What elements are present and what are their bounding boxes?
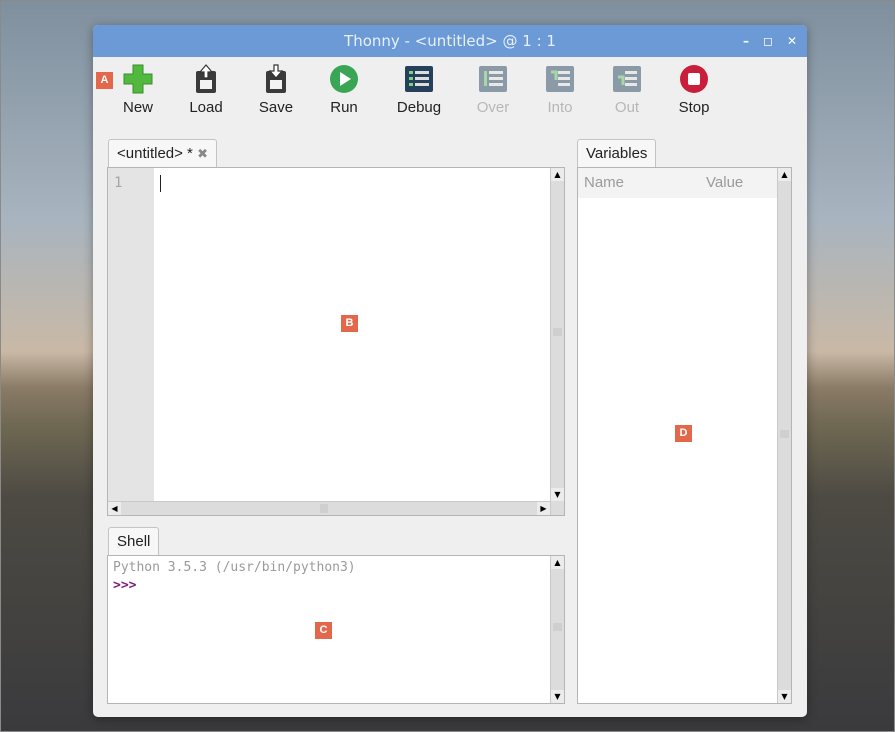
title-bar[interactable]: Thonny - <untitled> @ 1 : 1 – ◻ ✕ (93, 25, 807, 57)
callout-marker-b: B (341, 315, 358, 332)
shell-vertical-scrollbar[interactable]: ▲ ▼ (550, 556, 564, 703)
scroll-up-icon[interactable]: ▲ (551, 556, 564, 569)
step-out-label: Out (614, 99, 640, 116)
line-number: 1 (114, 175, 123, 191)
plus-icon (123, 64, 153, 94)
line-number-gutter: 1 (108, 168, 154, 501)
step-over-icon (479, 66, 507, 92)
load-label: Load (189, 99, 223, 116)
step-over-label: Over (476, 99, 510, 116)
scroll-grip-icon[interactable] (553, 328, 562, 336)
editor-tab-label: <untitled> * (117, 145, 193, 162)
shell-tab-label: Shell (117, 533, 151, 550)
scroll-up-icon[interactable]: ▲ (778, 168, 791, 181)
value-column-header[interactable]: Value (706, 174, 743, 191)
scroll-up-icon[interactable]: ▲ (551, 168, 564, 181)
scroll-grip-icon[interactable] (553, 623, 562, 631)
toolbar: New Load Save Run Debug Over Into Out St… (93, 59, 807, 121)
scroll-down-icon[interactable]: ▼ (551, 690, 564, 703)
close-tab-icon[interactable]: ✖ (197, 146, 208, 161)
tab-shell[interactable]: Shell (108, 527, 160, 556)
window-title: Thonny - <untitled> @ 1 : 1 (344, 32, 556, 50)
step-out-icon (613, 66, 641, 92)
debug-button[interactable]: Debug (389, 63, 449, 116)
run-icon (330, 65, 358, 93)
new-button[interactable]: New (108, 63, 168, 116)
shell-prompt: >>> (113, 578, 137, 593)
scroll-grip-icon[interactable] (320, 504, 328, 513)
tab-variables[interactable]: Variables (577, 139, 657, 168)
python-banner: Python 3.5.3 (/usr/bin/python3) (113, 560, 356, 575)
text-cursor (160, 175, 161, 192)
stop-icon (680, 65, 708, 93)
variables-header: Name Value (578, 168, 778, 198)
step-into-button[interactable]: Into (530, 63, 590, 116)
stop-label: Stop (678, 99, 710, 116)
new-label: New (122, 99, 153, 116)
callout-marker-d: D (675, 425, 692, 442)
load-icon (196, 64, 216, 93)
run-label: Run (330, 99, 358, 116)
load-button[interactable]: Load (176, 63, 236, 116)
scroll-down-icon[interactable]: ▼ (551, 488, 564, 501)
callout-marker-a: A (96, 72, 113, 89)
step-over-button[interactable]: Over (463, 63, 523, 116)
code-editor[interactable]: 1 ▲ ▼ ◀ ▶ (107, 167, 565, 516)
step-out-button[interactable]: Out (597, 63, 657, 116)
step-into-label: Into (547, 99, 573, 116)
editor-vertical-scrollbar[interactable]: ▲ ▼ (550, 168, 564, 515)
step-into-icon (546, 66, 574, 92)
variables-vertical-scrollbar[interactable]: ▲ ▼ (777, 168, 791, 703)
name-column-header[interactable]: Name (584, 174, 624, 191)
editor-horizontal-scrollbar[interactable]: ◀ ▶ (108, 501, 550, 515)
stop-button[interactable]: Stop (664, 63, 724, 116)
variables-tab-label: Variables (586, 145, 648, 162)
save-label: Save (258, 99, 294, 116)
callout-marker-c: C (315, 622, 332, 639)
scroll-right-icon[interactable]: ▶ (537, 502, 550, 515)
run-button[interactable]: Run (314, 63, 374, 116)
maximize-button[interactable]: ◻ (763, 25, 773, 57)
shell-console[interactable]: Python 3.5.3 (/usr/bin/python3) >>> ▲ ▼ (107, 555, 565, 704)
debug-label: Debug (396, 99, 442, 116)
scroll-down-icon[interactable]: ▼ (778, 690, 791, 703)
scroll-grip-icon[interactable] (780, 430, 789, 438)
thonny-window: Thonny - <untitled> @ 1 : 1 – ◻ ✕ New Lo… (93, 25, 807, 717)
minimize-button[interactable]: – (743, 25, 749, 57)
scroll-left-icon[interactable]: ◀ (108, 502, 121, 515)
save-button[interactable]: Save (246, 63, 306, 116)
save-icon (266, 64, 286, 93)
debug-icon (405, 66, 433, 92)
tab-untitled[interactable]: <untitled> * ✖ (108, 139, 217, 168)
close-button[interactable]: ✕ (787, 25, 797, 57)
